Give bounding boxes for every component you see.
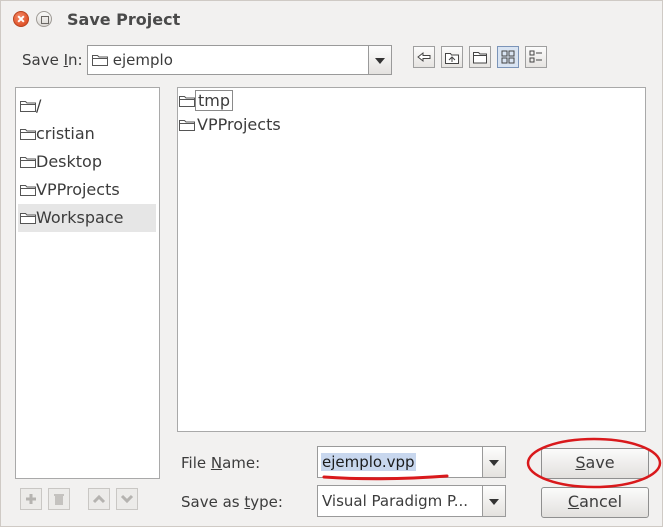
list-view-icon — [501, 50, 515, 64]
save-in-value: ejemplo — [112, 51, 173, 69]
save-as-type-combo[interactable]: Visual Paradigm P... — [317, 485, 506, 517]
list-view-button[interactable] — [497, 46, 519, 68]
save-project-dialog: Save Project Save In: ejemplo / cristian… — [0, 0, 663, 527]
save-as-type-dropdown-icon[interactable] — [482, 486, 505, 516]
new-folder-button[interactable] — [469, 46, 491, 68]
cancel-button[interactable]: Cancel — [541, 487, 649, 518]
file-name-dropdown-icon[interactable] — [482, 447, 505, 477]
window-title: Save Project — [67, 10, 181, 29]
folder-icon — [20, 101, 36, 112]
home-icon — [445, 53, 459, 64]
shortcut-cristian[interactable]: cristian — [18, 120, 156, 148]
close-window-icon[interactable] — [13, 11, 29, 27]
chevron-up-icon — [92, 494, 106, 504]
save-as-type-label: Save as type: — [181, 493, 283, 511]
up-one-level-button[interactable] — [413, 46, 435, 68]
file-name-value[interactable]: ejemplo.vpp — [321, 453, 416, 471]
underline-annotation — [322, 474, 449, 481]
folder-icon — [92, 55, 108, 66]
chevron-down-icon — [120, 494, 134, 504]
file-name-label: File Name: — [181, 454, 261, 472]
details-view-icon — [529, 50, 542, 63]
save-in-label: Save In: — [22, 51, 83, 69]
folder-icon — [20, 213, 36, 224]
folder-icon — [179, 96, 195, 107]
shortcut-workspace[interactable]: Workspace — [18, 204, 156, 232]
remove-shortcut-button[interactable] — [48, 488, 70, 510]
trash-icon — [54, 494, 64, 505]
save-in-dropdown-icon[interactable] — [368, 46, 391, 74]
shortcut-desktop[interactable]: Desktop — [18, 148, 156, 176]
move-shortcut-down-button[interactable] — [116, 488, 138, 510]
shortcut-root[interactable]: / — [18, 92, 156, 120]
shortcut-vpprojects[interactable]: VPProjects — [18, 176, 156, 204]
folder-icon — [179, 120, 195, 131]
add-shortcut-button[interactable] — [20, 488, 42, 510]
save-as-type-value: Visual Paradigm P... — [322, 492, 469, 510]
file-item-vpprojects[interactable]: VPProjects — [178, 114, 283, 136]
minimize-window-icon[interactable] — [36, 11, 52, 27]
file-item-tmp[interactable]: tmp — [178, 90, 234, 112]
move-shortcut-up-button[interactable] — [88, 488, 110, 510]
folder-icon — [20, 129, 36, 140]
plus-icon — [26, 494, 36, 504]
highlight-ellipse-annotation — [526, 437, 662, 489]
home-button[interactable] — [441, 46, 463, 68]
details-view-button[interactable] — [525, 46, 547, 68]
file-list-panel: tmp VPProjects — [177, 87, 646, 432]
new-folder-icon — [473, 52, 487, 64]
save-in-combo[interactable]: ejemplo — [87, 45, 392, 75]
up-one-level-icon — [417, 51, 431, 63]
folder-icon — [20, 185, 36, 196]
shortcuts-panel: / cristian Desktop VPProjects Workspace — [15, 87, 160, 479]
title-bar: Save Project — [1, 1, 663, 37]
folder-icon — [20, 157, 36, 168]
